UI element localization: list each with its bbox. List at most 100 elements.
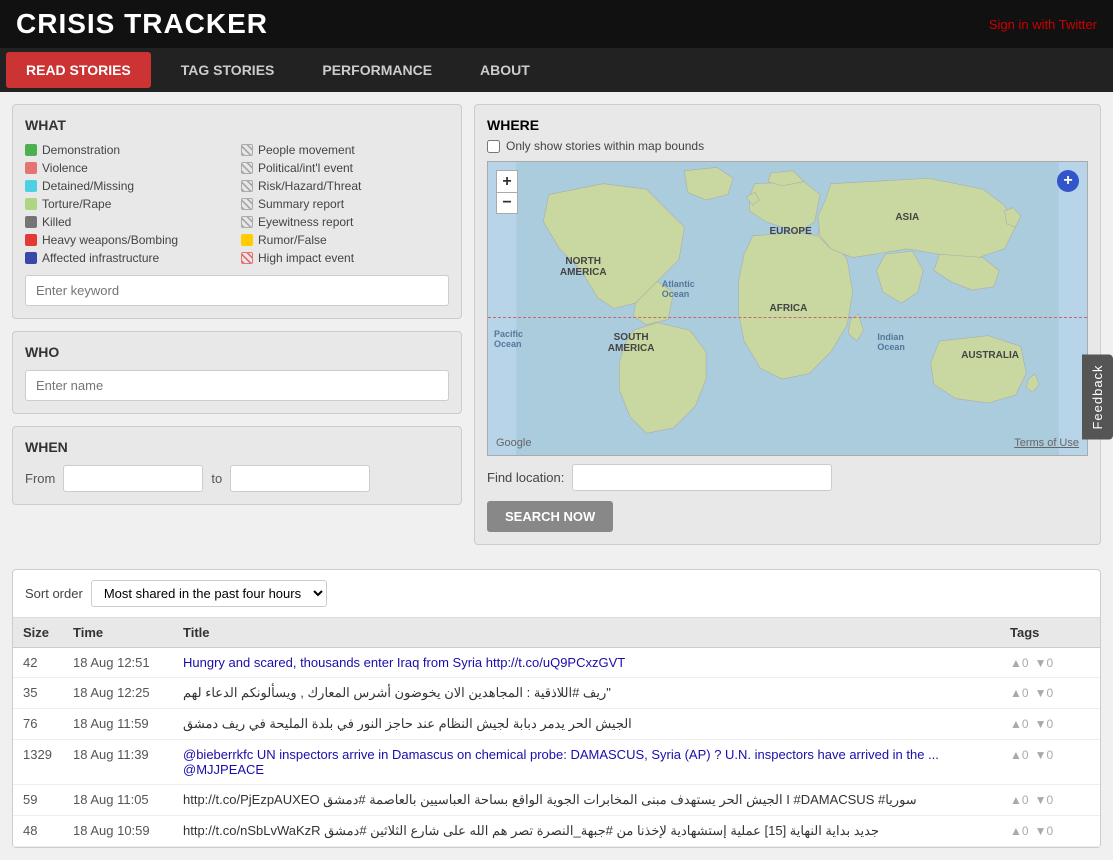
tag-demonstration[interactable]: Demonstration [25,143,233,157]
tag-torture[interactable]: Torture/Rape [25,197,233,211]
tag-up-icon: ▲ [1010,793,1022,807]
tag-summary[interactable]: Summary report [241,197,449,211]
tag-dot-high-impact [241,252,253,264]
tag-label-risk: Risk/Hazard/Threat [258,179,361,193]
tag-down-icon: ▼ [1035,824,1047,838]
cell-size: 48 [13,816,63,847]
tag-up-count: 0 [1022,793,1029,807]
col-header-title: Title [173,618,1000,648]
tag-up-icon: ▲ [1010,686,1022,700]
tag-violence[interactable]: Violence [25,161,233,175]
tag-high-impact[interactable]: High impact event [241,251,449,265]
map-bounds-checkbox[interactable] [487,140,500,153]
tag-down-count: 0 [1046,824,1053,838]
tag-up-icon: ▲ [1010,748,1022,762]
tag-dot-risk [241,180,253,192]
map-svg [488,162,1087,455]
tag-killed[interactable]: Killed [25,215,233,229]
cell-title: الجيش الحر يدمر دبابة لجيش النظام عند حا… [173,709,1000,740]
nav-read-stories[interactable]: READ STORIES [6,52,151,88]
title-text: "ريف #اللاذقية : المجاهدين الان يخوضون أ… [183,685,611,700]
main-content: WHAT Demonstration People movement Viole… [0,92,1113,569]
logo: CRISIS TRACKER [16,8,268,40]
map-zoom-controls: + − [496,170,518,214]
tag-down-icon: ▼ [1035,717,1047,731]
tag-down-count: 0 [1046,748,1053,762]
tag-dot-torture [25,198,37,210]
right-panel: WHERE Only show stories within map bound… [474,104,1101,557]
terms-of-use-link[interactable]: Terms of Use [1014,437,1079,449]
who-title: WHO [25,344,449,360]
sort-select[interactable]: Most shared in the past four hours Most … [91,580,327,607]
cell-size: 59 [13,785,63,816]
tag-eyewitness[interactable]: Eyewitness report [241,215,449,229]
tag-up-count: 0 [1022,748,1029,762]
results-table: Size Time Title Tags 4218 Aug 12:51Hungr… [13,618,1100,847]
tag-people-movement[interactable]: People movement [241,143,449,157]
tag-detained[interactable]: Detained/Missing [25,179,233,193]
cell-tags: ▲0▼0 [1000,785,1100,816]
tag-dot-eyewitness [241,216,253,228]
tag-heavy-weapons[interactable]: Heavy weapons/Bombing [25,233,233,247]
find-location-input[interactable] [572,464,832,491]
title-link[interactable]: @bieberrkfc UN inspectors arrive in Dama… [183,747,939,777]
cell-title: @bieberrkfc UN inspectors arrive in Dama… [173,740,1000,785]
left-panel: WHAT Demonstration People movement Viole… [12,104,462,557]
tag-label-infrastructure: Affected infrastructure [42,251,159,265]
tag-down-icon: ▼ [1035,686,1047,700]
to-label: to [211,471,222,486]
cell-time: 18 Aug 12:25 [63,678,173,709]
tag-down-icon: ▼ [1035,656,1047,670]
tag-rumor[interactable]: Rumor/False [241,233,449,247]
title-link[interactable]: Hungry and scared, thousands enter Iraq … [183,655,625,670]
nav-tag-stories[interactable]: TAG STORIES [157,48,299,92]
tag-label-heavy-weapons: Heavy weapons/Bombing [42,233,178,247]
table-header-row: Size Time Title Tags [13,618,1100,648]
tag-dot-demonstration [25,144,37,156]
from-label: From [25,471,55,486]
tag-label-detained: Detained/Missing [42,179,134,193]
tag-up-count: 0 [1022,824,1029,838]
tag-down-count: 0 [1046,686,1053,700]
results-tbody: 4218 Aug 12:51Hungry and scared, thousan… [13,648,1100,847]
tag-infrastructure[interactable]: Affected infrastructure [25,251,233,265]
cell-title: "ريف #اللاذقية : المجاهدين الان يخوضون أ… [173,678,1000,709]
tag-risk[interactable]: Risk/Hazard/Threat [241,179,449,193]
tag-label-killed: Killed [42,215,71,229]
zoom-in-button[interactable]: + [496,170,518,192]
cell-size: 35 [13,678,63,709]
search-now-button[interactable]: SEARCH NOW [487,501,613,532]
nav-performance[interactable]: PERFORMANCE [298,48,456,92]
to-date-input[interactable] [230,465,370,492]
tag-dot-infrastructure [25,252,37,264]
name-input[interactable] [25,370,449,401]
cell-size: 76 [13,709,63,740]
cell-title: جديد بداية النهاية [15] عملية إستشهادية … [173,816,1000,847]
tag-up-count: 0 [1022,717,1029,731]
map-container: + − + NORTHAMERICA SOUTHAMERICA EUROPE A… [487,161,1088,456]
cell-time: 18 Aug 10:59 [63,816,173,847]
tag-down-count: 0 [1046,656,1053,670]
nav-about[interactable]: ABOUT [456,48,554,92]
map-new-button[interactable]: + [1057,170,1079,192]
title-text: جديد بداية النهاية [15] عملية إستشهادية … [183,823,879,838]
cell-time: 18 Aug 11:05 [63,785,173,816]
map-bounds-label: Only show stories within map bounds [506,139,704,153]
cell-time: 18 Aug 11:59 [63,709,173,740]
tag-dot-killed [25,216,37,228]
tag-label-torture: Torture/Rape [42,197,111,211]
tag-dot-summary [241,198,253,210]
feedback-wrapper: Feedback [1082,354,1113,439]
feedback-button[interactable]: Feedback [1082,354,1113,439]
sort-label: Sort order [25,586,83,601]
zoom-out-button[interactable]: − [496,192,518,214]
tag-label-demonstration: Demonstration [42,143,120,157]
tag-up-count: 0 [1022,656,1029,670]
tag-political[interactable]: Political/int'l event [241,161,449,175]
from-date-input[interactable] [63,465,203,492]
tag-label-summary: Summary report [258,197,344,211]
sign-in-link[interactable]: Sign in with Twitter [989,17,1097,32]
google-watermark: Google [496,437,531,449]
keyword-input[interactable] [25,275,449,306]
tag-down-count: 0 [1046,717,1053,731]
